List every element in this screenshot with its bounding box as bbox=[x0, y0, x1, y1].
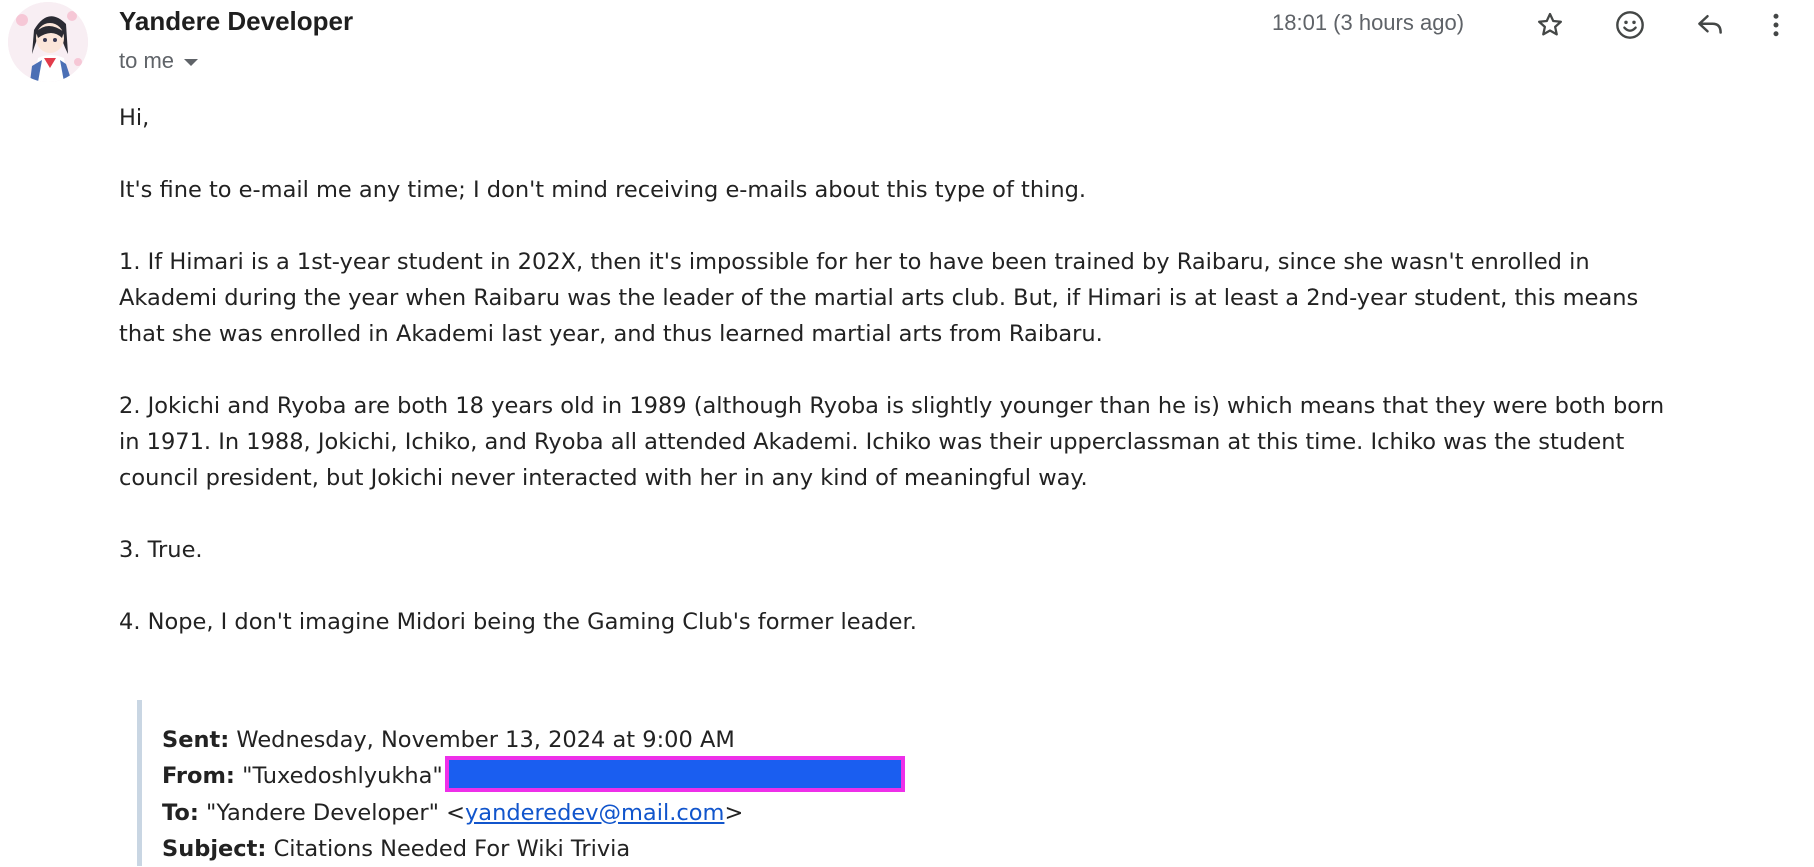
recipient-email-link[interactable]: yanderedev@mail.com bbox=[465, 800, 724, 826]
intro-paragraph: It's fine to e-mail me any time; I don't… bbox=[119, 177, 1087, 203]
sender-name[interactable]: Yandere Developer bbox=[119, 6, 353, 37]
email-timestamp: 18:01 (3 hours ago) bbox=[1272, 10, 1465, 35]
quoted-subject-value: Citations Needed For Wiki Trivia bbox=[273, 835, 631, 862]
greeting: Hi, bbox=[119, 105, 150, 131]
recipient-label: to me bbox=[119, 48, 175, 73]
email-body: Hi, It's fine to e-mail me any time; I d… bbox=[119, 100, 1809, 676]
redacted-email-box bbox=[444, 755, 905, 792]
quoted-message-header: Sent: Wednesday, November 13, 2024 at 9:… bbox=[137, 700, 1637, 866]
answer-2: 2. Jokichi and Ryoba are both 18 years o… bbox=[119, 388, 1809, 496]
answer-1-line-2: Akademi during the year when Raibaru was… bbox=[119, 285, 1639, 311]
answer-2-line-3: council president, but Jokichi never int… bbox=[119, 465, 1088, 491]
quoted-from-row: From: "Tuxedoshlyukha" bbox=[162, 755, 1637, 795]
quoted-sent-value: Wednesday, November 13, 2024 at 9:00 AM bbox=[236, 727, 735, 753]
star-icon[interactable] bbox=[1510, 2, 1590, 48]
quoted-to-row: To: "Yandere Developer" <yanderedev@mail… bbox=[162, 795, 1637, 831]
answer-4: 4. Nope, I don't imagine Midori being th… bbox=[119, 609, 917, 635]
chevron-down-icon[interactable] bbox=[184, 58, 199, 66]
answer-2-line-1: 2. Jokichi and Ryoba are both 18 years o… bbox=[119, 393, 1665, 419]
quoted-sent-label: Sent: bbox=[162, 727, 230, 753]
reply-icon[interactable] bbox=[1670, 2, 1750, 48]
emoji-icon[interactable] bbox=[1590, 2, 1670, 48]
quoted-from-label: From: bbox=[162, 763, 235, 789]
quoted-to-name: "Yandere Developer" < bbox=[205, 799, 465, 826]
quoted-to-label: To: bbox=[162, 799, 199, 826]
quoted-from-value: "Tuxedoshlyukha" bbox=[242, 763, 443, 789]
quoted-subject-row: Subject: Citations Needed For Wiki Trivi… bbox=[162, 831, 1637, 867]
answer-1: 1. If Himari is a 1st-year student in 20… bbox=[119, 244, 1809, 352]
more-vert-icon[interactable] bbox=[1750, 2, 1802, 48]
answer-3: 3. True. bbox=[119, 537, 203, 563]
answer-2-line-2: in 1971. In 1988, Jokichi, Ichiko, and R… bbox=[119, 429, 1625, 455]
quoted-to-close: > bbox=[724, 799, 744, 826]
answer-1-line-1: 1. If Himari is a 1st-year student in 20… bbox=[119, 249, 1590, 275]
message-actions bbox=[1510, 2, 1802, 48]
recipient-details-toggle[interactable]: to me bbox=[119, 48, 199, 74]
answer-1-line-3: that she was enrolled in Akademi last ye… bbox=[119, 321, 1103, 347]
sender-avatar[interactable] bbox=[8, 2, 88, 82]
quoted-sent-row: Sent: Wednesday, November 13, 2024 at 9:… bbox=[162, 722, 1637, 758]
quoted-subject-label: Subject: bbox=[162, 835, 267, 862]
